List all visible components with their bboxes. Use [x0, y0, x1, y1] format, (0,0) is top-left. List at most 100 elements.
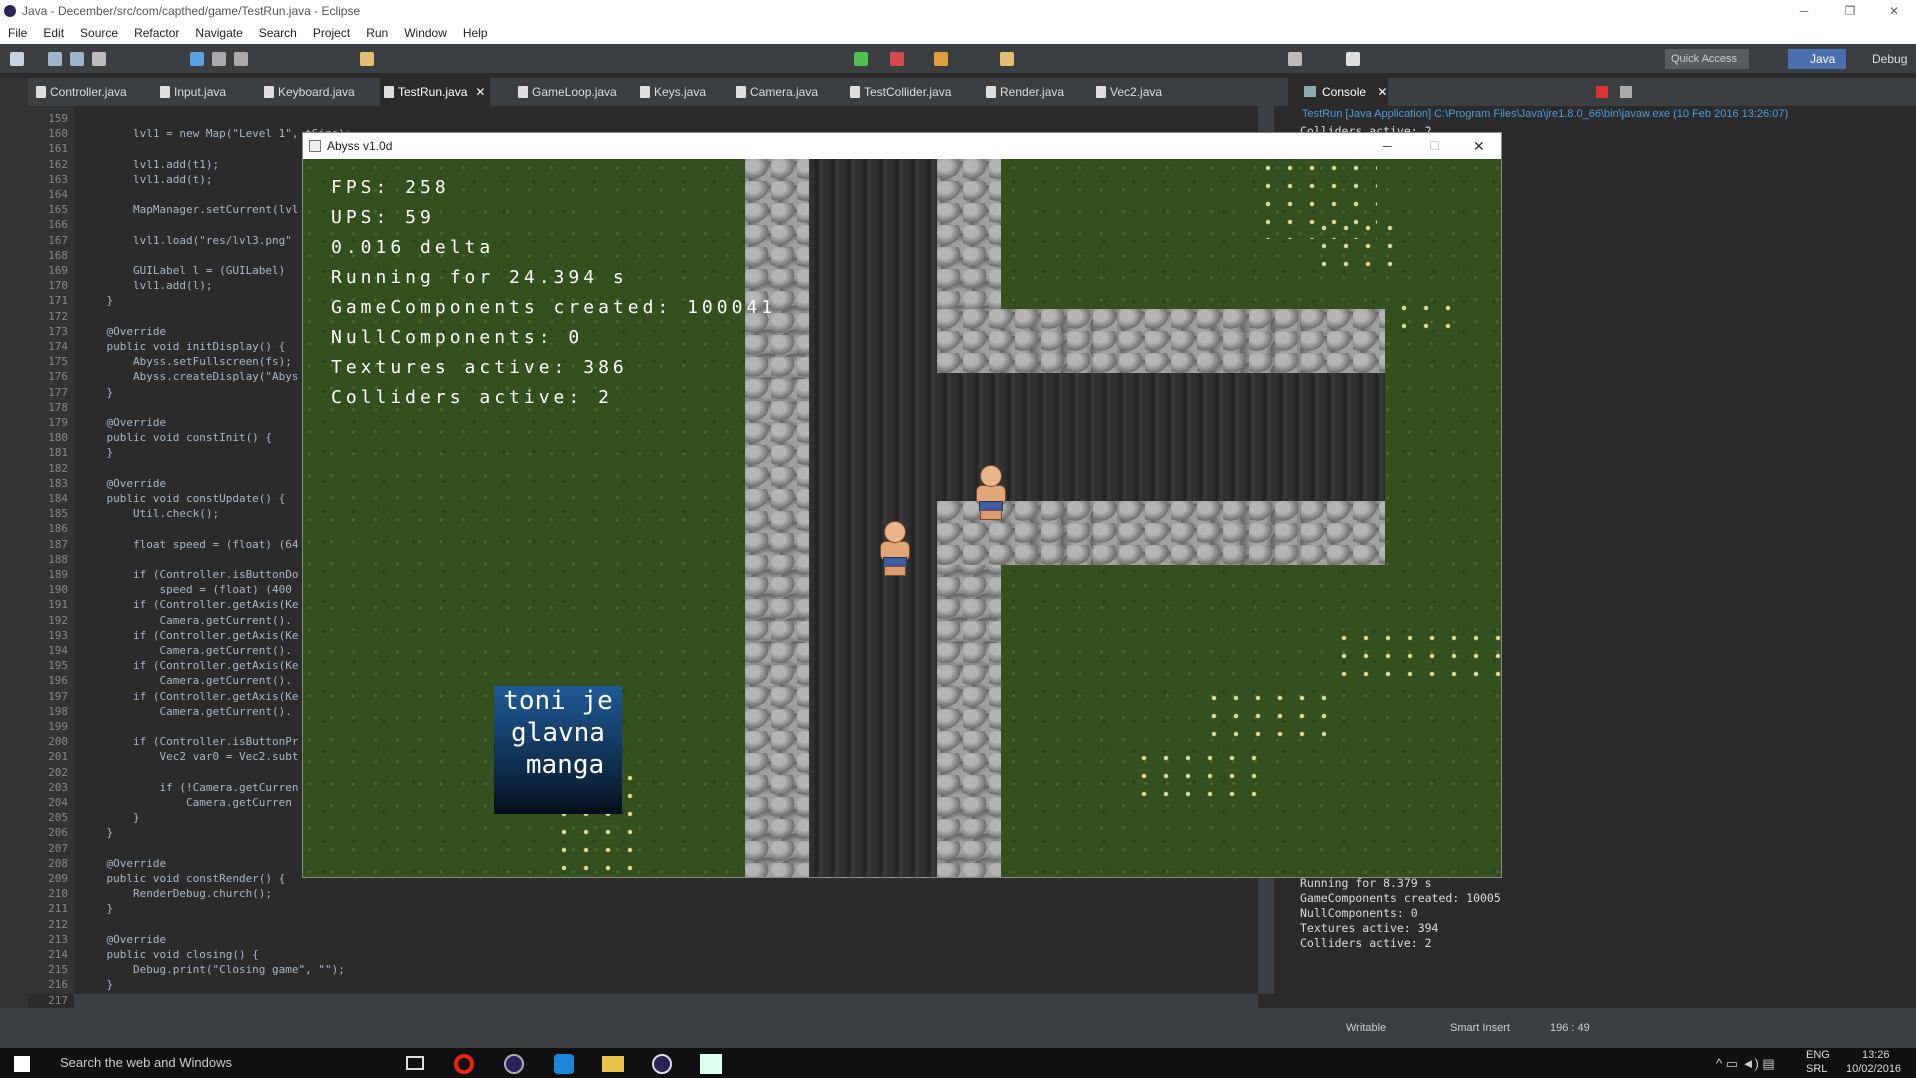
console-line: Textures active: 394 [1300, 921, 1439, 935]
tab-testcollider[interactable]: TestCollider.java [846, 78, 976, 106]
hud-colliders: Colliders active: 2 [331, 387, 613, 408]
menu-navigate[interactable]: Navigate [187, 22, 250, 44]
task-view-icon[interactable] [406, 1056, 424, 1070]
tab-render[interactable]: Render.java [982, 78, 1078, 106]
open-folder-icon[interactable] [1000, 52, 1014, 66]
flower-patch [1203, 689, 1333, 749]
maximize-icon[interactable]: ☐ [1429, 133, 1440, 159]
hud-gamecomponents: GameComponents created: 100041 [331, 297, 777, 318]
line-number: 208 [48, 856, 68, 870]
tab-vec2[interactable]: Vec2.java [1092, 78, 1182, 106]
maximize-icon[interactable]: ❐ [1830, 0, 1870, 22]
run-icon[interactable] [854, 52, 868, 66]
new-icon[interactable] [10, 52, 24, 66]
save-all-icon[interactable] [70, 52, 84, 66]
hud-running: Running for 24.394 s [331, 267, 628, 288]
menu-window[interactable]: Window [396, 22, 455, 44]
sign-line: manga [525, 750, 605, 780]
app-x-icon[interactable] [554, 1054, 574, 1074]
java-file-icon [736, 86, 746, 98]
perspective-debug[interactable]: Debug [1850, 49, 1916, 69]
tab-testrun[interactable]: TestRun.java ✕ [380, 78, 490, 106]
line-number: 176 [48, 370, 68, 384]
opera-icon[interactable] [454, 1054, 474, 1074]
terminate-icon[interactable] [234, 52, 248, 66]
game-window-titlebar[interactable]: Abyss v1.0d ─ ☐ ✕ [303, 133, 1501, 159]
line-number: 195 [48, 659, 68, 673]
code-line: speed = (float) (400 [80, 583, 292, 597]
flower-patch [1313, 219, 1393, 279]
line-number: 217 [48, 993, 68, 1007]
menu-edit[interactable]: Edit [35, 22, 72, 44]
eclipse-taskbar-icon-2[interactable] [652, 1054, 672, 1074]
open-type-icon[interactable] [360, 52, 374, 66]
close-tab-icon[interactable]: ✕ [475, 85, 485, 99]
tab-console[interactable]: Console ✕ [1298, 78, 1388, 106]
terminate-console-icon[interactable] [1596, 86, 1608, 98]
menu-project[interactable]: Project [305, 22, 358, 44]
menu-source[interactable]: Source [72, 22, 126, 44]
windows-start-icon[interactable] [14, 1056, 30, 1072]
file-explorer-icon[interactable] [602, 1056, 624, 1072]
line-number: 160 [48, 127, 68, 141]
quick-access-field[interactable]: Quick Access [1665, 49, 1749, 69]
clock-date[interactable]: 10/02/2016 [1846, 1063, 1901, 1075]
tab-camera[interactable]: Camera.java [732, 78, 832, 106]
code-line: public void constUpdate() { [80, 492, 286, 505]
line-number: 184 [48, 492, 68, 505]
line-number: 203 [48, 780, 68, 794]
line-number: 206 [48, 826, 68, 840]
language-indicator[interactable]: ENG [1806, 1049, 1830, 1061]
status-writable: Writable [1346, 1022, 1387, 1034]
clock-time[interactable]: 13:26 [1862, 1049, 1890, 1061]
line-number: 209 [48, 872, 68, 885]
game-canvas[interactable]: FPS: 258 UPS: 59 0.016 delta Running for… [303, 159, 1501, 877]
close-icon[interactable]: ✕ [1473, 133, 1485, 159]
minimize-icon[interactable]: ─ [1784, 0, 1824, 22]
code-line: if (Controller.getAxis(Ke [80, 628, 299, 642]
save-icon[interactable] [48, 52, 62, 66]
eclipse-taskbar-icon[interactable] [504, 1054, 524, 1074]
line-number: 186 [48, 522, 68, 536]
menu-search[interactable]: Search [251, 22, 305, 44]
print-icon[interactable] [92, 52, 106, 66]
perspective-java[interactable]: Java [1788, 49, 1846, 69]
new-package-icon[interactable] [934, 52, 948, 66]
system-tray-icon[interactable]: ^ ▭ ◄) ▤ [1716, 1056, 1775, 1072]
line-number: 193 [48, 628, 68, 642]
wooden-floor-corridor [809, 159, 937, 877]
game-window-taskbar-icon[interactable] [700, 1054, 722, 1074]
minimize-icon[interactable]: ─ [1383, 133, 1392, 159]
line-number: 214 [48, 948, 68, 961]
code-line: } [80, 446, 114, 460]
tab-input[interactable]: Input.java [156, 78, 246, 106]
line-number: 164 [48, 188, 68, 201]
code-line: lvl1.add(l); [80, 279, 213, 293]
menu-run[interactable]: Run [358, 22, 396, 44]
menu-refactor[interactable]: Refactor [126, 22, 187, 44]
close-console-icon[interactable]: ✕ [1377, 85, 1387, 99]
remove-launch-icon[interactable] [1620, 86, 1632, 98]
tab-keys[interactable]: Keys.java [636, 78, 716, 106]
back-icon[interactable] [1288, 52, 1302, 66]
keyboard-layout[interactable]: SRL [1806, 1063, 1827, 1075]
line-number: 201 [48, 750, 68, 764]
tab-keyboard[interactable]: Keyboard.java [260, 78, 370, 106]
menu-help[interactable]: Help [455, 22, 496, 44]
suspend-icon[interactable] [212, 52, 226, 66]
line-number: 207 [48, 841, 68, 855]
taskbar-search[interactable]: Search the web and Windows [60, 1055, 232, 1070]
resume-icon[interactable] [190, 52, 204, 66]
menu-file[interactable]: File [0, 22, 35, 44]
game-window[interactable]: Abyss v1.0d ─ ☐ ✕ FPS: 258 UPS: 59 0.016… [302, 132, 1502, 878]
close-icon[interactable]: ✕ [1874, 0, 1914, 22]
eclipse-titlebar: Java - December/src/com/capthed/game/Tes… [0, 0, 1916, 22]
editor-horizontal-scrollbar[interactable] [74, 994, 1258, 1008]
console-line: NullComponents: 0 [1300, 906, 1418, 920]
forward-icon[interactable] [1346, 52, 1360, 66]
tab-gameloop[interactable]: GameLoop.java [514, 78, 624, 106]
tab-controller[interactable]: Controller.java [32, 78, 148, 106]
line-number: 205 [48, 811, 68, 825]
debug-icon[interactable] [890, 52, 904, 66]
line-number: 170 [48, 279, 68, 293]
